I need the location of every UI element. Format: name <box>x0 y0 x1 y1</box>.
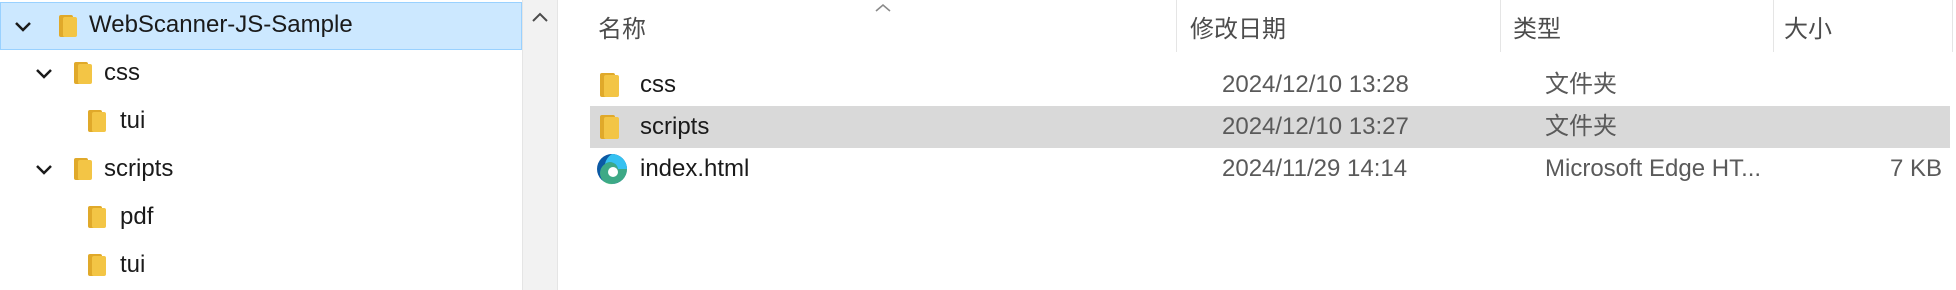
folder-icon <box>596 112 622 147</box>
tree-item-scripts[interactable]: scripts <box>0 146 522 194</box>
file-modified: 2024/12/10 13:28 <box>1222 71 1409 98</box>
chevron-down-icon[interactable] <box>11 15 35 39</box>
file-row-selected[interactable]: scripts 2024/12/10 13:27 文件夹 <box>590 106 1950 148</box>
column-header-name[interactable]: 名称 <box>598 0 728 52</box>
column-header-size[interactable]: 大小 <box>1784 0 1884 52</box>
sort-ascending-icon <box>874 0 892 18</box>
tree-item-label: tui <box>120 251 146 278</box>
edge-browser-icon <box>596 153 628 190</box>
column-divider[interactable] <box>1952 0 1953 52</box>
file-modified: 2024/12/10 13:27 <box>1222 113 1409 140</box>
column-divider[interactable] <box>1176 0 1177 52</box>
file-type: Microsoft Edge HT... <box>1545 155 1762 182</box>
column-divider[interactable] <box>1773 0 1774 52</box>
folder-icon <box>72 156 94 187</box>
column-header-label: 修改日期 <box>1190 15 1286 43</box>
tree-item-webscanner-js-sample[interactable]: WebScanner-JS-Sample <box>0 2 522 50</box>
chevron-up-icon[interactable] <box>531 10 549 28</box>
tree-item-label: scripts <box>104 155 174 182</box>
file-name: css <box>640 71 676 98</box>
chevron-down-icon[interactable] <box>32 62 56 86</box>
tree-item-css-tui[interactable]: tui <box>0 98 522 146</box>
navigation-pane: WebScanner-JS-Sample css tui scripts pdf <box>0 0 522 290</box>
tree-item-label: WebScanner-JS-Sample <box>89 11 353 38</box>
folder-icon <box>596 70 622 105</box>
tree-item-label: css <box>104 59 140 86</box>
tree-item-scripts-pdf[interactable]: pdf <box>0 194 522 242</box>
tree-item-scripts-tui[interactable]: tui <box>0 242 522 290</box>
column-header-label: 大小 <box>1784 15 1832 43</box>
file-modified: 2024/11/29 14:14 <box>1222 155 1408 182</box>
folder-icon <box>86 108 108 139</box>
column-header-modified[interactable]: 修改日期 <box>1190 0 1390 52</box>
file-type: 文件夹 <box>1545 113 1617 140</box>
file-row[interactable]: css 2024/12/10 13:28 文件夹 <box>590 64 1950 106</box>
column-header-label: 名称 <box>598 15 646 43</box>
column-divider[interactable] <box>1500 0 1501 52</box>
chevron-down-icon[interactable] <box>32 158 56 182</box>
file-list: 名称 修改日期 类型 大小 css 2024/12/10 13:28 文件夹 s… <box>558 0 1956 290</box>
column-header-label: 类型 <box>1513 15 1561 43</box>
tree-item-label: tui <box>120 107 146 134</box>
file-size: 7 KB <box>1889 155 1942 182</box>
folder-icon <box>57 13 79 44</box>
file-row[interactable]: index.html 2024/11/29 14:14 Microsoft Ed… <box>590 148 1950 190</box>
tree-scrollbar[interactable] <box>522 0 558 290</box>
file-name: scripts <box>640 113 710 140</box>
folder-icon <box>72 60 94 91</box>
folder-icon <box>86 252 108 283</box>
tree-item-label: pdf <box>120 203 154 230</box>
file-type: 文件夹 <box>1545 71 1617 98</box>
folder-icon <box>86 204 108 235</box>
column-header-type[interactable]: 类型 <box>1513 0 1613 52</box>
file-name: index.html <box>640 155 750 182</box>
tree-item-css[interactable]: css <box>0 50 522 98</box>
